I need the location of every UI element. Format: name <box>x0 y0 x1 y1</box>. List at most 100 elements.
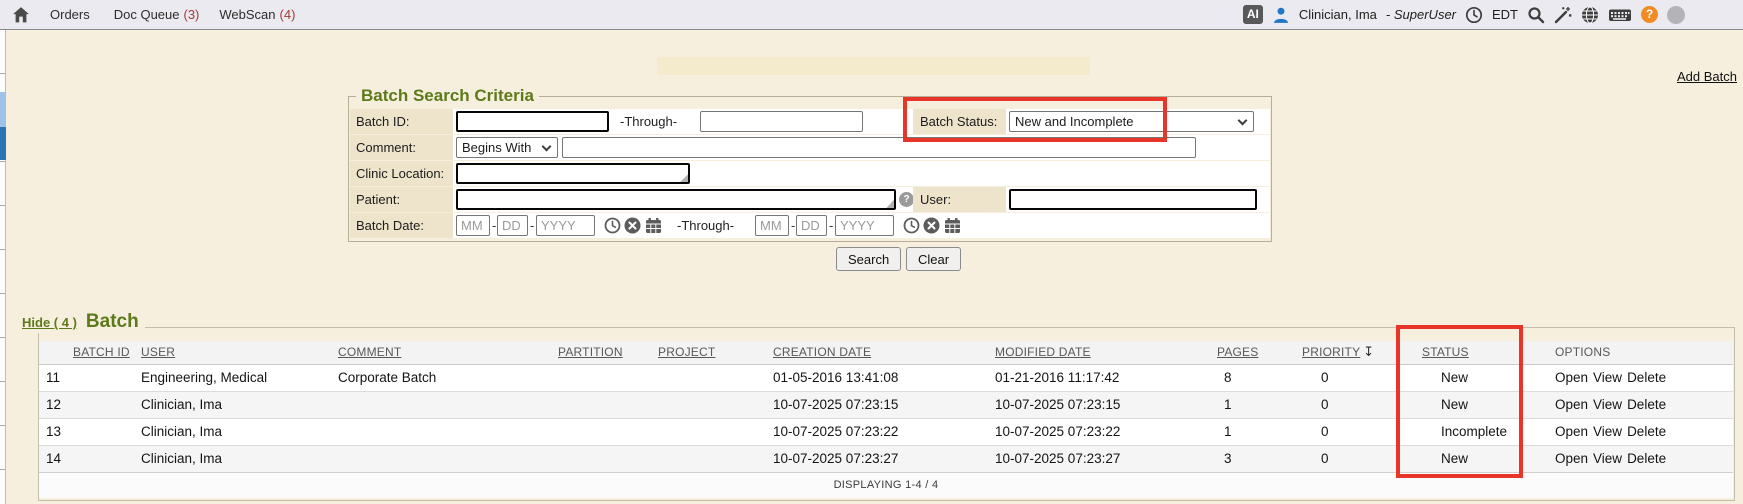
clear-button[interactable]: Clear <box>906 247 961 271</box>
col-header-priority[interactable]: PRIORITY↧ <box>1295 341 1415 364</box>
batch-date-from-yyyy-input[interactable] <box>536 215 595 236</box>
cell-creation-date: 01-05-2016 13:41:08 <box>766 364 988 391</box>
home-icon[interactable] <box>12 6 30 24</box>
open-link[interactable]: Open <box>1555 451 1588 466</box>
table-header-row: BATCH ID↥ USER COMMENT PARTITION PROJECT… <box>39 341 1733 364</box>
cell-modified-date: 10-07-2025 07:23:27 <box>988 445 1210 472</box>
user-name[interactable]: Clinician, Ima <box>1299 7 1377 22</box>
batch-date-from-mm-input[interactable] <box>456 215 490 236</box>
cell-project <box>651 418 766 445</box>
col-header-comment[interactable]: COMMENT <box>331 341 551 364</box>
search-button[interactable]: Search <box>836 247 901 271</box>
batch-id-label: Batch ID: <box>350 109 453 134</box>
nav-label: Orders <box>50 7 90 22</box>
col-header-user[interactable]: USER <box>134 341 331 364</box>
col-header-status[interactable]: STATUS <box>1415 341 1548 364</box>
view-link[interactable]: View <box>1593 370 1622 385</box>
help-icon[interactable]: ? <box>1641 6 1658 23</box>
delete-link[interactable]: Delete <box>1627 451 1666 466</box>
col-header-creation-date[interactable]: CREATION DATE <box>766 341 988 364</box>
cell-pages: 8 <box>1210 364 1295 391</box>
cell-pages: 1 <box>1210 391 1295 418</box>
cell-creation-date: 10-07-2025 07:23:27 <box>766 445 988 472</box>
time-icon[interactable] <box>604 217 621 234</box>
cell-project <box>651 445 766 472</box>
comment-match-value: Begins With <box>462 140 531 155</box>
batch-results-legend: Hide ( 4 ) Batch <box>16 311 145 333</box>
batch-date-to-mm-input[interactable] <box>755 215 789 236</box>
table-row: 12 Clinician, Ima 10-07-2025 07:23:15 10… <box>39 391 1733 418</box>
nav-item-webscan[interactable]: WebScan (4) <box>219 7 295 22</box>
batch-date-to-dd-input[interactable] <box>796 215 827 236</box>
view-link[interactable]: View <box>1593 451 1622 466</box>
date-dash: - <box>791 213 795 238</box>
hide-batch-link[interactable]: Hide ( 4 ) <box>22 315 77 330</box>
col-header-partition[interactable]: PARTITION <box>551 341 651 364</box>
cell-user: Clinician, Ima <box>134 445 331 472</box>
batch-date-from-dd-input[interactable] <box>497 215 528 236</box>
col-header-batch-id[interactable]: BATCH ID↥ <box>39 341 134 364</box>
batch-id-to-input[interactable] <box>700 111 863 132</box>
comment-match-select[interactable]: Begins With <box>456 137 558 158</box>
search-icon[interactable] <box>1527 6 1545 24</box>
comment-input[interactable] <box>562 137 1196 158</box>
cell-partition <box>551 445 651 472</box>
open-link[interactable]: Open <box>1555 424 1588 439</box>
batch-date-to-yyyy-input[interactable] <box>835 215 894 236</box>
sort-asc-icon: ↥ <box>133 345 134 360</box>
nav-count: (4) <box>280 7 296 22</box>
add-batch-link[interactable]: Add Batch <box>1677 69 1737 84</box>
nav-item-orders[interactable]: Orders <box>50 7 94 22</box>
cell-status: Incomplete <box>1415 418 1548 445</box>
open-link[interactable]: Open <box>1555 397 1588 412</box>
batch-status-select[interactable]: New and Incomplete <box>1009 111 1254 132</box>
cell-batch-id: 12 <box>39 391 134 418</box>
patient-input[interactable] <box>456 189 896 210</box>
clock-icon[interactable] <box>1465 6 1483 24</box>
delete-link[interactable]: Delete <box>1627 370 1666 385</box>
user-icon <box>1272 6 1290 24</box>
calendar-icon[interactable] <box>944 217 961 234</box>
keyboard-icon[interactable] <box>1608 6 1632 24</box>
batch-table: BATCH ID↥ USER COMMENT PARTITION PROJECT… <box>39 341 1733 498</box>
comment-label: Comment: <box>350 135 453 160</box>
user-label: User: <box>913 187 1006 212</box>
time-icon[interactable] <box>903 217 920 234</box>
table-footer-row: DISPLAYING 1-4 / 4 <box>39 472 1733 498</box>
delete-link[interactable]: Delete <box>1627 424 1666 439</box>
calendar-icon[interactable] <box>645 217 662 234</box>
clinic-location-input[interactable] <box>456 163 690 184</box>
col-header-modified-date[interactable]: MODIFIED DATE <box>988 341 1210 364</box>
cell-project <box>651 391 766 418</box>
patient-help-icon[interactable]: ? <box>899 192 914 207</box>
clear-date-icon[interactable] <box>923 217 940 234</box>
col-header-pages[interactable]: PAGES <box>1210 341 1295 364</box>
nav-count: (3) <box>184 7 200 22</box>
cell-user: Engineering, Medical <box>134 364 331 391</box>
cell-creation-date: 10-07-2025 07:23:22 <box>766 418 988 445</box>
user-input[interactable] <box>1009 189 1257 210</box>
ai-badge[interactable]: AI <box>1243 5 1263 23</box>
view-link[interactable]: View <box>1593 424 1622 439</box>
globe-icon[interactable] <box>1581 6 1599 24</box>
cell-pages: 1 <box>1210 418 1295 445</box>
col-header-options: OPTIONS <box>1548 341 1733 364</box>
col-header-project[interactable]: PROJECT <box>651 341 766 364</box>
cell-priority: 0 <box>1295 364 1415 391</box>
view-link[interactable]: View <box>1593 397 1622 412</box>
through-label-1: -Through- <box>620 109 677 134</box>
chevron-down-icon <box>1238 116 1248 126</box>
cell-partition <box>551 364 651 391</box>
nav-item-doc-queue[interactable]: Doc Queue (3) <box>114 7 200 22</box>
presence-icon[interactable] <box>1667 6 1685 24</box>
sidebar-scroll-thumb[interactable] <box>0 127 6 160</box>
open-link[interactable]: Open <box>1555 370 1588 385</box>
cell-modified-date: 01-21-2016 11:17:42 <box>988 364 1210 391</box>
cell-batch-id: 13 <box>39 418 134 445</box>
timezone-label: EDT <box>1492 7 1518 22</box>
delete-link[interactable]: Delete <box>1627 397 1666 412</box>
batch-id-from-input[interactable] <box>456 111 609 132</box>
clear-date-icon[interactable] <box>624 217 641 234</box>
wand-icon[interactable] <box>1554 6 1572 24</box>
date-dash: - <box>829 213 833 238</box>
